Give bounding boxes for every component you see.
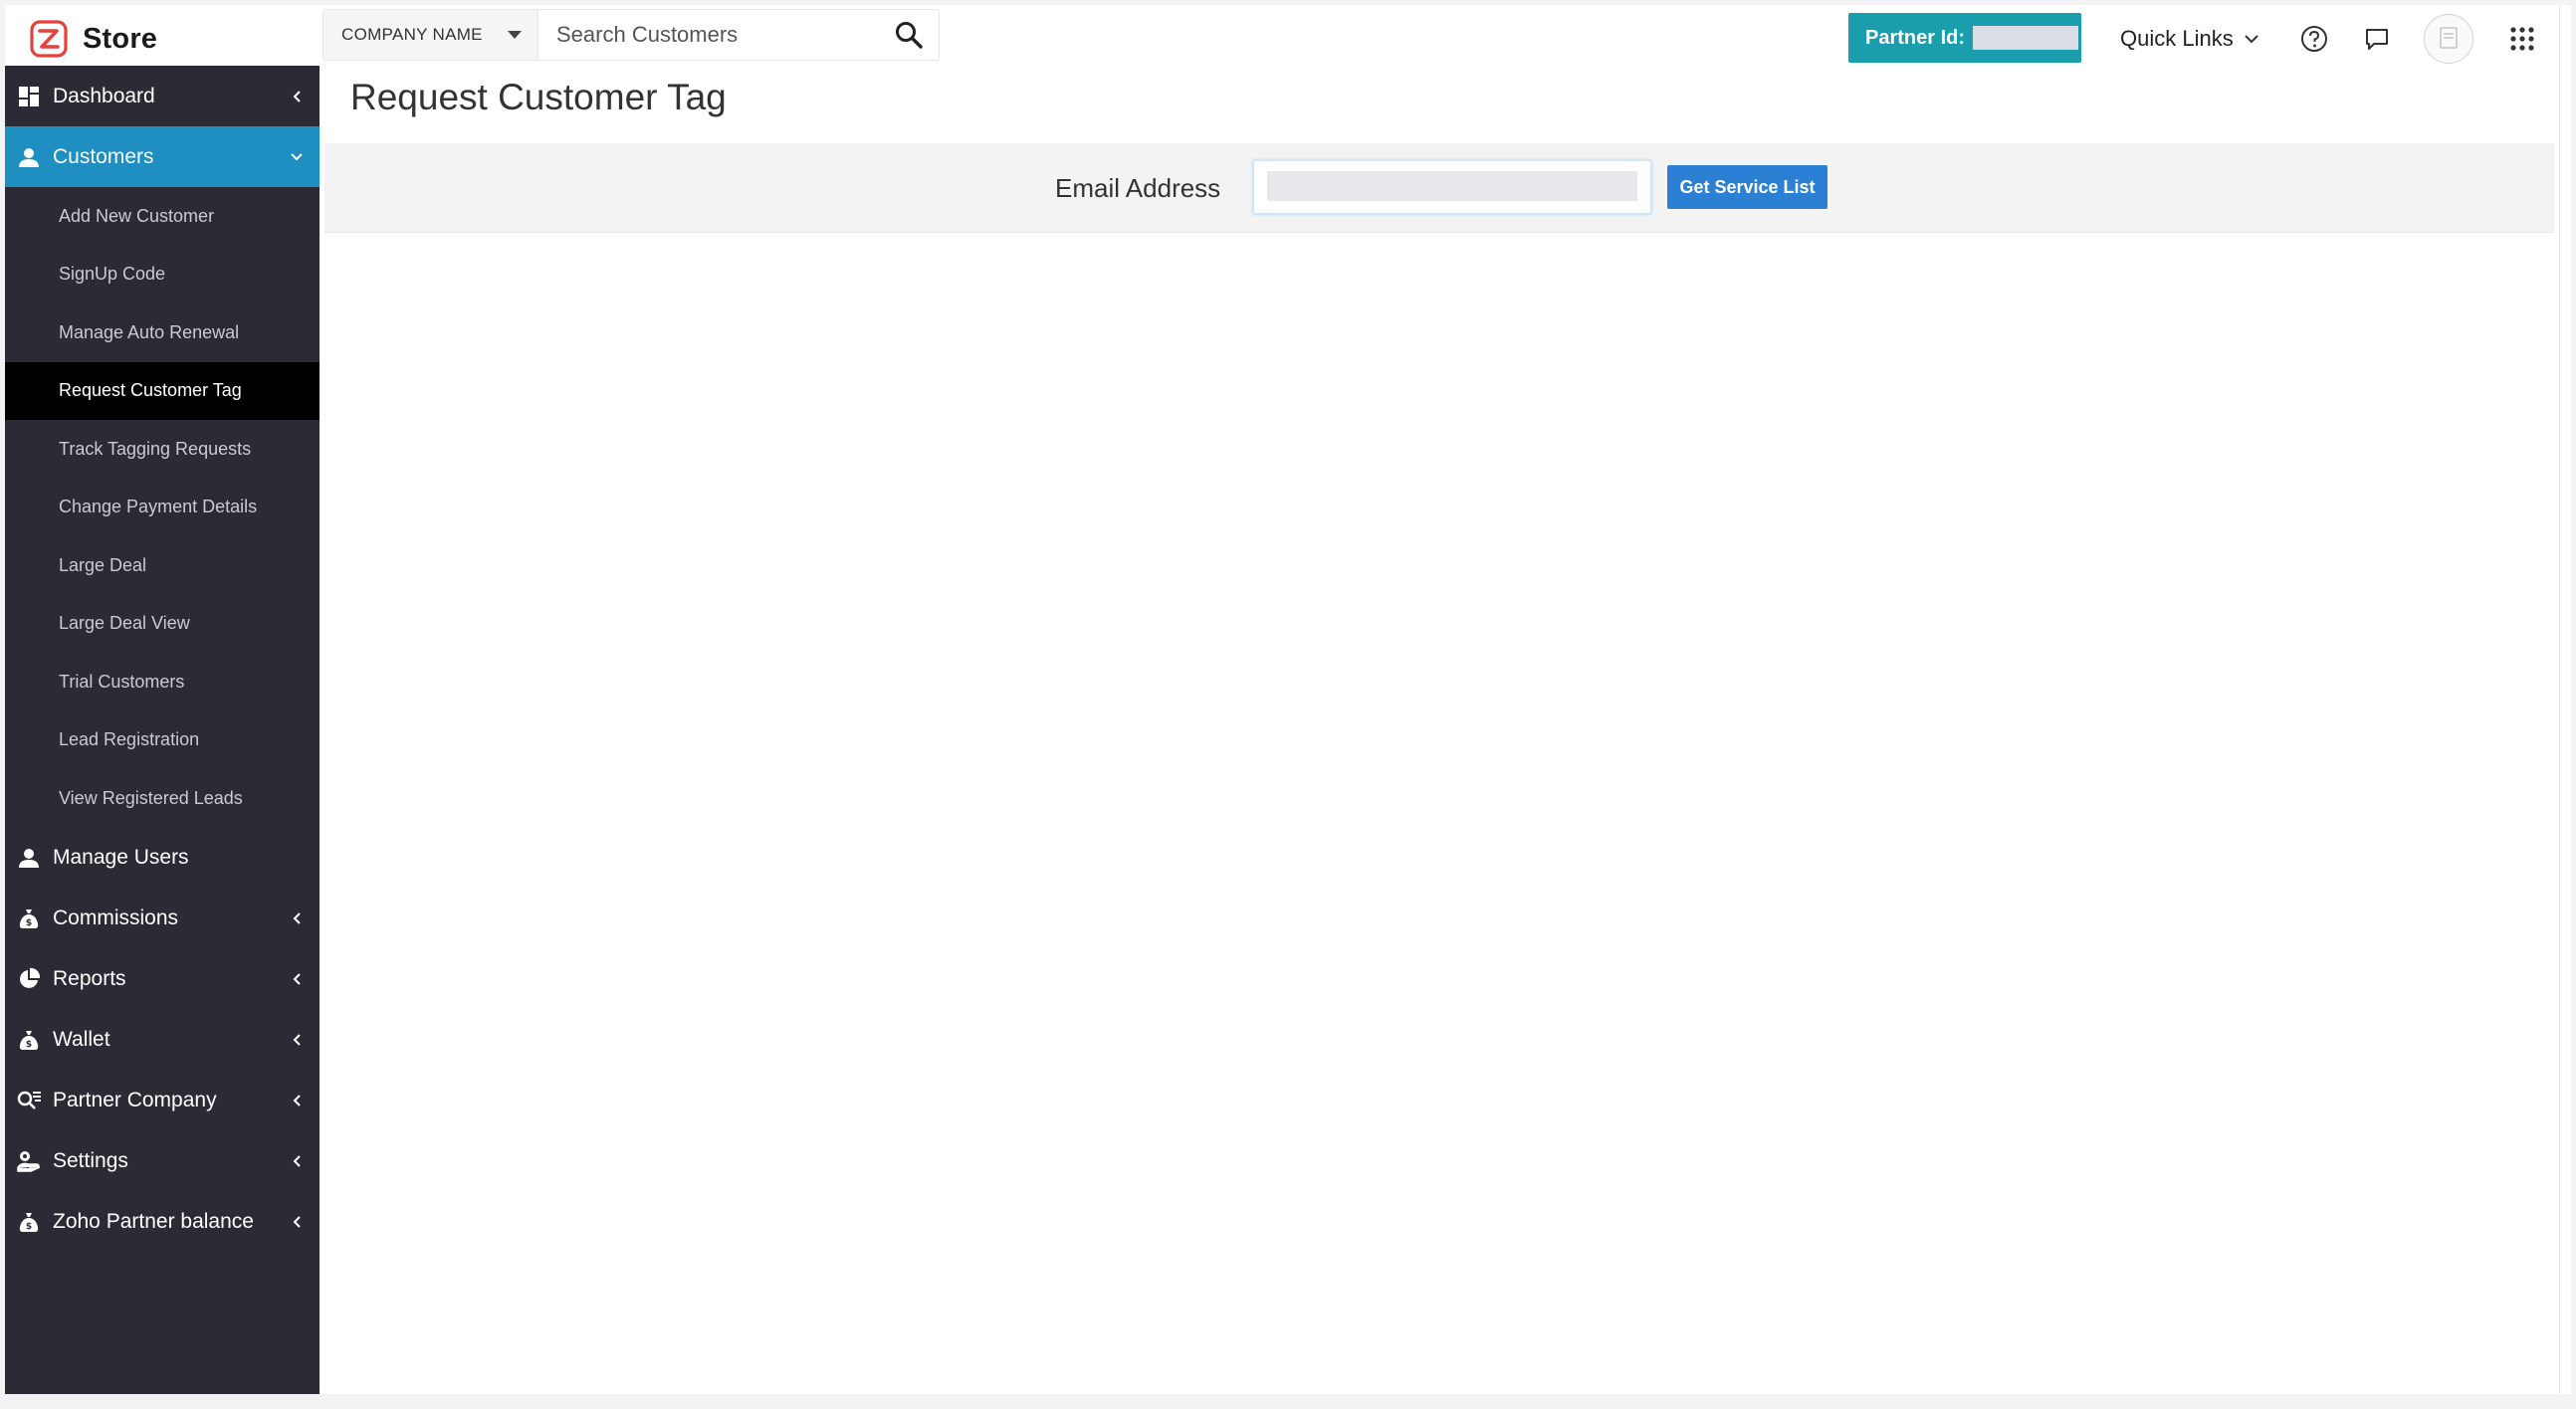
- partner-id-badge[interactable]: Partner Id:: [1848, 13, 2081, 63]
- sidebar-item-customers[interactable]: Customers: [5, 126, 320, 187]
- submenu-item-manage-auto-renewal[interactable]: Manage Auto Renewal: [5, 303, 320, 362]
- brand[interactable]: Store: [29, 17, 157, 61]
- money-bag-icon: $: [15, 905, 43, 932]
- request-form-bar: Email Address Get Service List: [324, 143, 2554, 233]
- submenu-item-label: SignUp Code: [59, 264, 166, 285]
- submenu-item-request-customer-tag[interactable]: Request Customer Tag: [5, 361, 320, 420]
- chevron-left-icon: [288, 88, 306, 105]
- apps-grid-icon: [2510, 27, 2534, 51]
- submenu-item-label: Lead Registration: [59, 729, 200, 750]
- email-address-label: Email Address: [1055, 173, 1221, 203]
- sidebar-item-label: Zoho Partner balance: [53, 1210, 254, 1233]
- svg-text:$: $: [26, 1040, 32, 1050]
- sidebar-item-settings[interactable]: Settings: [5, 1131, 320, 1192]
- chat-icon: [2366, 29, 2388, 50]
- submenu-item-label: Change Payment Details: [59, 497, 258, 517]
- submenu-item-trial-customers[interactable]: Trial Customers: [5, 653, 320, 711]
- sidebar-item-manage-users[interactable]: Manage Users: [5, 828, 320, 889]
- submenu-item-track-tagging-requests[interactable]: Track Tagging Requests: [5, 420, 320, 479]
- settings-hand-icon: [15, 1147, 43, 1175]
- sidebar-item-label: Partner Company: [53, 1089, 217, 1111]
- search-icon: [896, 22, 923, 49]
- chat-button[interactable]: [2359, 21, 2395, 57]
- customers-submenu: Add New Customer SignUp Code Manage Auto…: [5, 187, 320, 828]
- get-service-list-button[interactable]: Get Service List: [1667, 165, 1827, 209]
- page-scroll-edge: [2559, 5, 2571, 1394]
- quick-links-menu[interactable]: Quick Links: [2120, 21, 2259, 57]
- sidebar-item-label: Reports: [53, 967, 126, 990]
- sidebar-item-zoho-partner-balance[interactable]: $ Zoho Partner balance: [5, 1192, 320, 1253]
- sidebar-item-label: Settings: [53, 1149, 128, 1172]
- submenu-item-change-payment-details[interactable]: Change Payment Details: [5, 479, 320, 537]
- sidebar: Dashboard Customers Add New Customer Sig…: [5, 66, 320, 1394]
- zoho-logo-icon: [30, 20, 68, 58]
- submenu-item-label: Add New Customer: [59, 205, 215, 226]
- email-address-input[interactable]: [1252, 159, 1652, 215]
- chevron-left-icon: [288, 970, 306, 988]
- dashboard-icon: [15, 83, 43, 110]
- apps-grid-button[interactable]: [2504, 21, 2540, 57]
- svg-text:$: $: [26, 918, 32, 928]
- company-search-icon: [15, 1087, 43, 1114]
- user-avatar-icon: [2440, 27, 2458, 49]
- help-button[interactable]: [2296, 21, 2332, 57]
- submenu-item-view-registered-leads[interactable]: View Registered Leads: [5, 769, 320, 828]
- sidebar-item-label: Manage Users: [53, 846, 189, 869]
- sidebar-item-label: Wallet: [53, 1028, 110, 1051]
- submenu-item-lead-registration[interactable]: Lead Registration: [5, 711, 320, 770]
- submenu-item-large-deal-view[interactable]: Large Deal View: [5, 595, 320, 654]
- quick-links-label: Quick Links: [2120, 26, 2234, 51]
- chevron-left-icon: [288, 1031, 306, 1049]
- chevron-left-icon: [288, 1152, 306, 1170]
- page-title: Request Customer Tag: [350, 77, 727, 117]
- main-content: Request Customer Tag Email Address Get S…: [320, 66, 2571, 1394]
- app-window: Store COMPANY NAME Partner Id: Quick Lin…: [5, 5, 2571, 1394]
- sidebar-item-label: Dashboard: [53, 84, 155, 107]
- caret-down-icon: [508, 31, 522, 39]
- search-input[interactable]: [538, 10, 879, 60]
- user-icon: [15, 143, 43, 171]
- user-icon: [15, 844, 43, 872]
- chevron-down-icon: [288, 148, 306, 166]
- sidebar-item-label: Commissions: [53, 906, 179, 929]
- brand-name: Store: [83, 22, 158, 55]
- submenu-item-label: Request Customer Tag: [59, 380, 242, 401]
- search-bar: COMPANY NAME: [322, 9, 940, 61]
- sidebar-item-wallet[interactable]: $ Wallet: [5, 1010, 320, 1071]
- partner-id-label: Partner Id:: [1865, 26, 1966, 49]
- submenu-item-label: Track Tagging Requests: [59, 438, 252, 459]
- svg-text:$: $: [26, 1222, 32, 1232]
- money-bag-icon: $: [15, 1026, 43, 1054]
- avatar[interactable]: [2424, 14, 2473, 64]
- submenu-item-add-new-customer[interactable]: Add New Customer: [5, 187, 320, 246]
- submenu-item-label: Trial Customers: [59, 671, 185, 692]
- sidebar-item-label: Customers: [53, 144, 154, 168]
- submenu-item-label: Manage Auto Renewal: [59, 321, 240, 342]
- sidebar-item-partner-company[interactable]: Partner Company: [5, 1071, 320, 1131]
- sidebar-item-dashboard[interactable]: Dashboard: [5, 66, 320, 126]
- submenu-item-label: Large Deal: [59, 554, 147, 575]
- sidebar-item-commissions[interactable]: $ Commissions: [5, 889, 320, 949]
- money-bag-icon: $: [15, 1208, 43, 1236]
- submenu-item-label: Large Deal View: [59, 613, 190, 634]
- chevron-down-icon: [2245, 35, 2258, 44]
- email-redacted-value: [1267, 171, 1637, 201]
- search-button[interactable]: [879, 10, 939, 60]
- pie-chart-icon: [15, 965, 43, 993]
- company-filter-select[interactable]: COMPANY NAME: [323, 10, 538, 60]
- sidebar-item-reports[interactable]: Reports: [5, 949, 320, 1010]
- chevron-left-icon: [288, 909, 306, 927]
- chevron-left-icon: [288, 1213, 306, 1231]
- submenu-item-signup-code[interactable]: SignUp Code: [5, 246, 320, 304]
- partner-id-redacted: [1973, 26, 2079, 50]
- chevron-left-icon: [288, 1092, 306, 1109]
- submenu-item-large-deal[interactable]: Large Deal: [5, 536, 320, 595]
- top-bar: Store COMPANY NAME Partner Id: Quick Lin…: [5, 5, 2571, 71]
- submenu-item-label: View Registered Leads: [59, 787, 243, 808]
- company-filter-label: COMPANY NAME: [341, 25, 483, 44]
- help-icon: [2301, 26, 2327, 52]
